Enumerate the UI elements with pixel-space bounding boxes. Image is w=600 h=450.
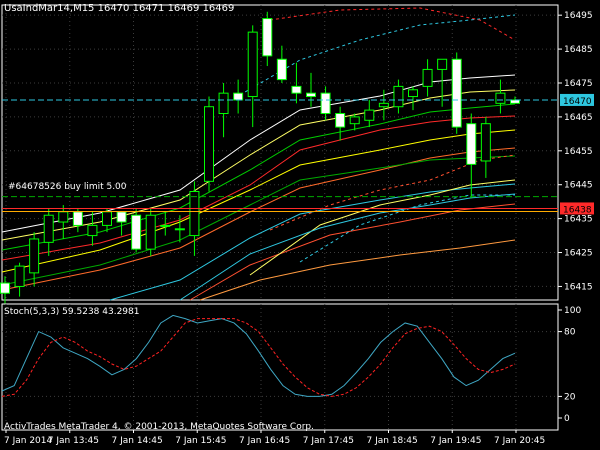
candle-body bbox=[437, 58, 448, 70]
price-tick-label: 16465 bbox=[564, 113, 593, 123]
candle-body bbox=[451, 58, 462, 128]
candle-body bbox=[174, 228, 185, 231]
candle-body bbox=[233, 92, 244, 101]
ma-line bbox=[199, 239, 516, 301]
candle-body bbox=[480, 123, 491, 162]
price-tick-label: 16445 bbox=[564, 181, 593, 191]
chart-header: UsaIndMar14,M15 16470 16471 16469 16469 bbox=[4, 3, 234, 14]
candle-body bbox=[14, 265, 25, 287]
candle-body bbox=[306, 92, 316, 98]
chart-window: 16495 16485 16475 16465 16455 16445 16435 16425… bbox=[0, 3, 594, 446]
stoch-tick-label: 100 bbox=[564, 306, 581, 316]
candles[interactable] bbox=[0, 11, 520, 304]
time-tick-label: 7 Jan 17:45 bbox=[303, 436, 354, 446]
candle-body bbox=[495, 92, 506, 104]
candle-body bbox=[145, 214, 156, 250]
candle-body bbox=[466, 123, 477, 165]
candle-body bbox=[349, 116, 360, 125]
candle-body bbox=[0, 282, 10, 294]
price-axis: 16495 16485 16475 16465 16455 16445 16435 16425… bbox=[558, 11, 594, 424]
order-label: #64678526 buy limit 5.00 bbox=[8, 182, 127, 192]
candle-body bbox=[408, 89, 418, 98]
price-tick-label: 16435 bbox=[564, 215, 593, 225]
band-lower bbox=[299, 194, 515, 263]
candle-body bbox=[160, 224, 171, 227]
stochastic-panel bbox=[1, 314, 558, 397]
price-tick-label: 16495 bbox=[564, 11, 593, 21]
price-tick-label: 16475 bbox=[564, 79, 593, 89]
price-tick-label: 16455 bbox=[564, 147, 593, 157]
candle-body bbox=[247, 31, 258, 98]
time-tick-label: 7 Jan 20:45 bbox=[494, 436, 545, 446]
stoch-main-line bbox=[1, 314, 516, 397]
candle-body bbox=[189, 190, 200, 237]
candle-body bbox=[131, 214, 142, 250]
moving-averages bbox=[1, 7, 516, 301]
candle-body bbox=[378, 102, 389, 108]
band-upper-red bbox=[269, 7, 516, 41]
price-tick-label: 16485 bbox=[564, 45, 593, 55]
candle-body bbox=[58, 211, 69, 223]
candle-body bbox=[262, 18, 273, 57]
candle-body bbox=[276, 58, 287, 81]
candle-body bbox=[43, 214, 54, 243]
footer-copyright: ActivTrades MetaTrader 4, © 2001-2013, M… bbox=[4, 422, 314, 432]
time-tick-label: 7 Jan 16:45 bbox=[239, 436, 290, 446]
time-tick-label: 7 Jan 15:45 bbox=[175, 436, 226, 446]
price-tick-label: 16425 bbox=[564, 249, 593, 259]
time-tick-label: 7 Jan 14:45 bbox=[112, 436, 163, 446]
time-tick-label: 7 Jan 13:45 bbox=[48, 436, 99, 446]
stoch-tick-label: 0 bbox=[564, 414, 570, 424]
candle-body bbox=[102, 211, 112, 226]
time-tick-label: 7 Jan 18:45 bbox=[367, 436, 418, 446]
candle-body bbox=[320, 92, 331, 115]
candle-body bbox=[510, 99, 520, 104]
candle-body bbox=[393, 85, 404, 108]
stoch-tick-label: 80 bbox=[564, 328, 576, 338]
time-tick-label: 7 Jan 19:45 bbox=[430, 436, 481, 446]
candle-body bbox=[364, 109, 375, 121]
band-upper bbox=[239, 14, 516, 96]
candle-body bbox=[291, 85, 302, 94]
ma-line bbox=[249, 179, 516, 276]
time-axis: 7 Jan 20147 Jan 13:45 7 Jan 14:45 7 Jan 15… bbox=[4, 430, 545, 446]
stoch-signal-line bbox=[1, 318, 516, 397]
price-tick-label: 16415 bbox=[564, 282, 593, 292]
stoch-frame bbox=[1, 303, 559, 431]
candle-body bbox=[218, 92, 229, 115]
stoch-tick-label: 20 bbox=[564, 392, 576, 402]
candle-body bbox=[204, 106, 214, 182]
current-price-text: 16470 bbox=[563, 97, 592, 107]
candle-body bbox=[29, 238, 40, 274]
candle-body bbox=[87, 224, 98, 237]
time-tick-label: 7 Jan 2014 bbox=[4, 436, 52, 446]
stoch-label: Stoch(5,3,3) 59.5238 43.2981 bbox=[4, 307, 139, 317]
candle-body bbox=[335, 113, 346, 128]
candle-body bbox=[422, 68, 433, 87]
candle-body bbox=[116, 211, 127, 223]
red-price-text: 16438 bbox=[563, 205, 592, 215]
candle-body bbox=[72, 211, 83, 226]
